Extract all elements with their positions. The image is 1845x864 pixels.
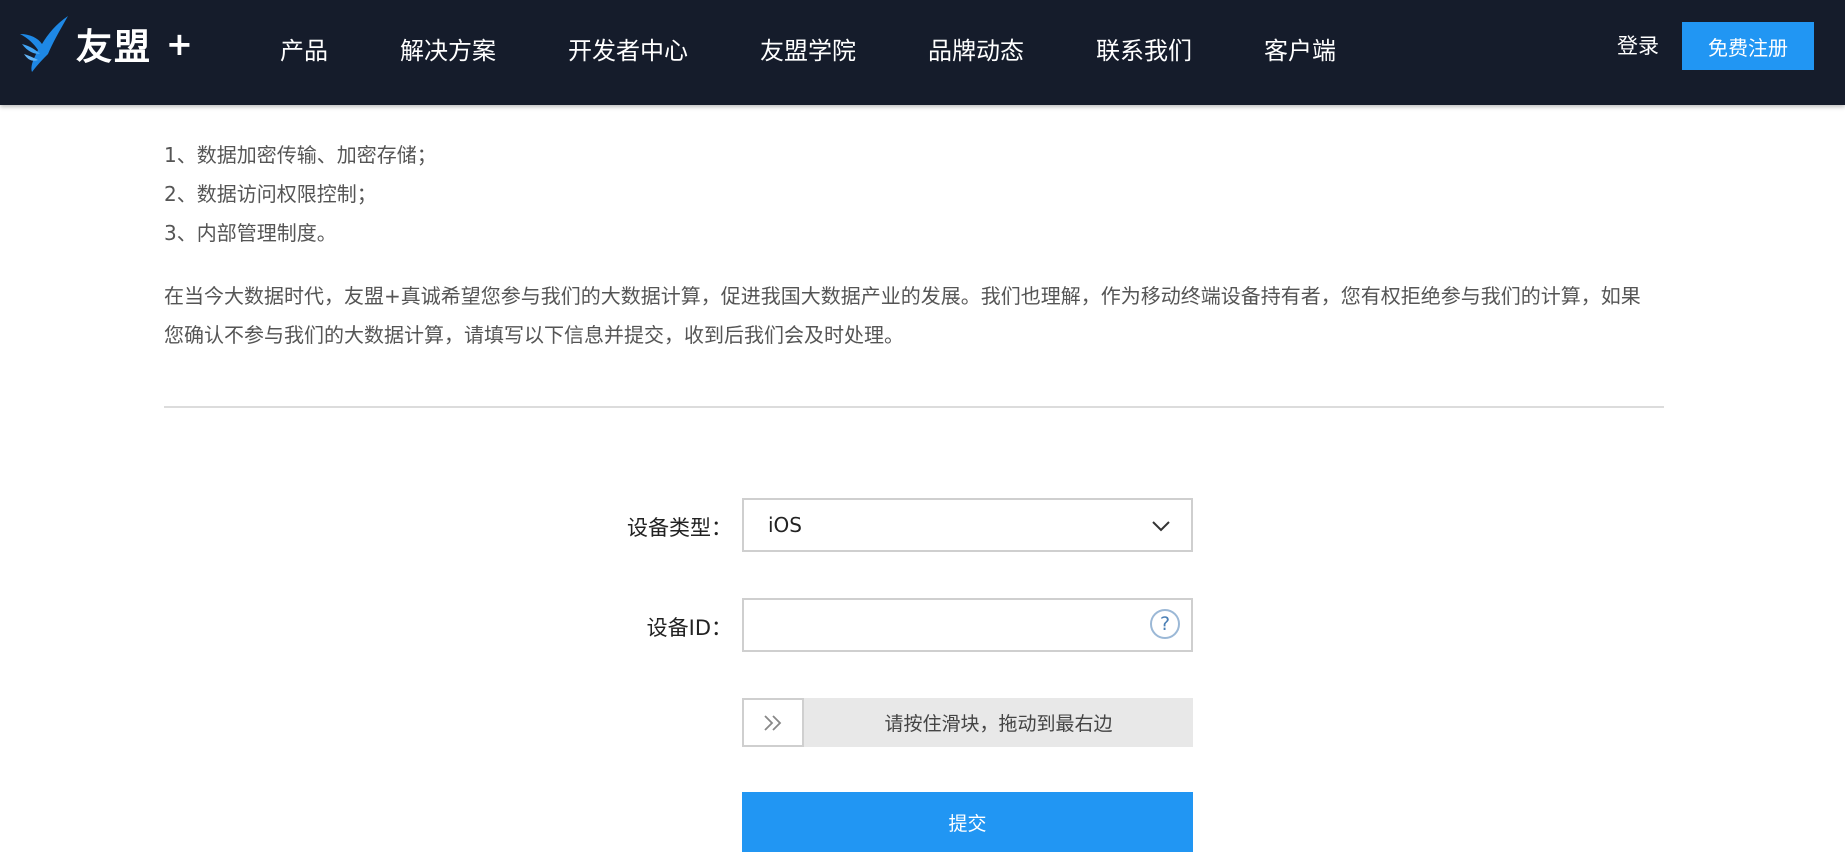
nav-item-products[interactable]: 产品 xyxy=(280,31,328,66)
slide-verify-hint: 请按住滑块，拖动到最右边 xyxy=(884,713,1113,735)
nav-item-brand-news[interactable]: 品牌动态 xyxy=(928,31,1024,66)
nav-item-contact-us[interactable]: 联系我们 xyxy=(1096,31,1192,66)
divider xyxy=(164,406,1664,408)
double-chevron-right-icon xyxy=(764,714,782,731)
login-link[interactable]: 登录 xyxy=(1617,30,1659,60)
nav-item-client[interactable]: 客户端 xyxy=(1264,31,1336,66)
main-nav: 产品 解决方案 开发者中心 友盟学院 品牌动态 联系我们 客户端 xyxy=(280,0,1408,97)
logo-text: 友盟 xyxy=(76,27,153,68)
nav-item-developer-center[interactable]: 开发者中心 xyxy=(568,31,688,66)
opt-out-paragraph: 在当今大数据时代，友盟+真诚希望您参与我们的大数据计算，促进我国大数据产业的发展… xyxy=(164,284,1641,347)
logo[interactable]: 友盟 + xyxy=(18,14,193,74)
help-icon[interactable]: ? xyxy=(1150,609,1180,639)
submit-button[interactable]: 提交 xyxy=(742,792,1193,852)
top-navigation-bar: 友盟 + 产品 解决方案 开发者中心 友盟学院 品牌动态 联系我们 客户端 登录… xyxy=(0,0,1845,105)
privacy-content: 1、数据加密传输、加密存储； 2、数据访问权限控制； 3、内部管理制度。 在当今… xyxy=(164,136,1664,355)
slide-verify-track[interactable]: 请按住滑块，拖动到最右边 xyxy=(742,698,1193,747)
slide-verify-handle[interactable] xyxy=(742,698,804,747)
device-id-input[interactable] xyxy=(742,598,1193,652)
device-type-value: iOS xyxy=(768,513,802,537)
device-id-label: 设备ID： xyxy=(646,616,732,640)
chevron-down-icon xyxy=(1152,521,1170,532)
list-item: 3、内部管理制度。 xyxy=(164,221,337,245)
logo-plus: + xyxy=(166,25,193,63)
device-type-label: 设备类型： xyxy=(627,516,732,540)
list-item: 1、数据加密传输、加密存储； xyxy=(164,143,437,167)
list-item: 2、数据访问权限控制； xyxy=(164,182,377,206)
nav-item-solutions[interactable]: 解决方案 xyxy=(400,31,496,66)
device-type-select[interactable]: iOS xyxy=(742,498,1193,552)
register-button[interactable]: 免费注册 xyxy=(1682,22,1814,70)
hummingbird-logo-icon xyxy=(20,16,68,72)
nav-item-academy[interactable]: 友盟学院 xyxy=(760,31,856,66)
